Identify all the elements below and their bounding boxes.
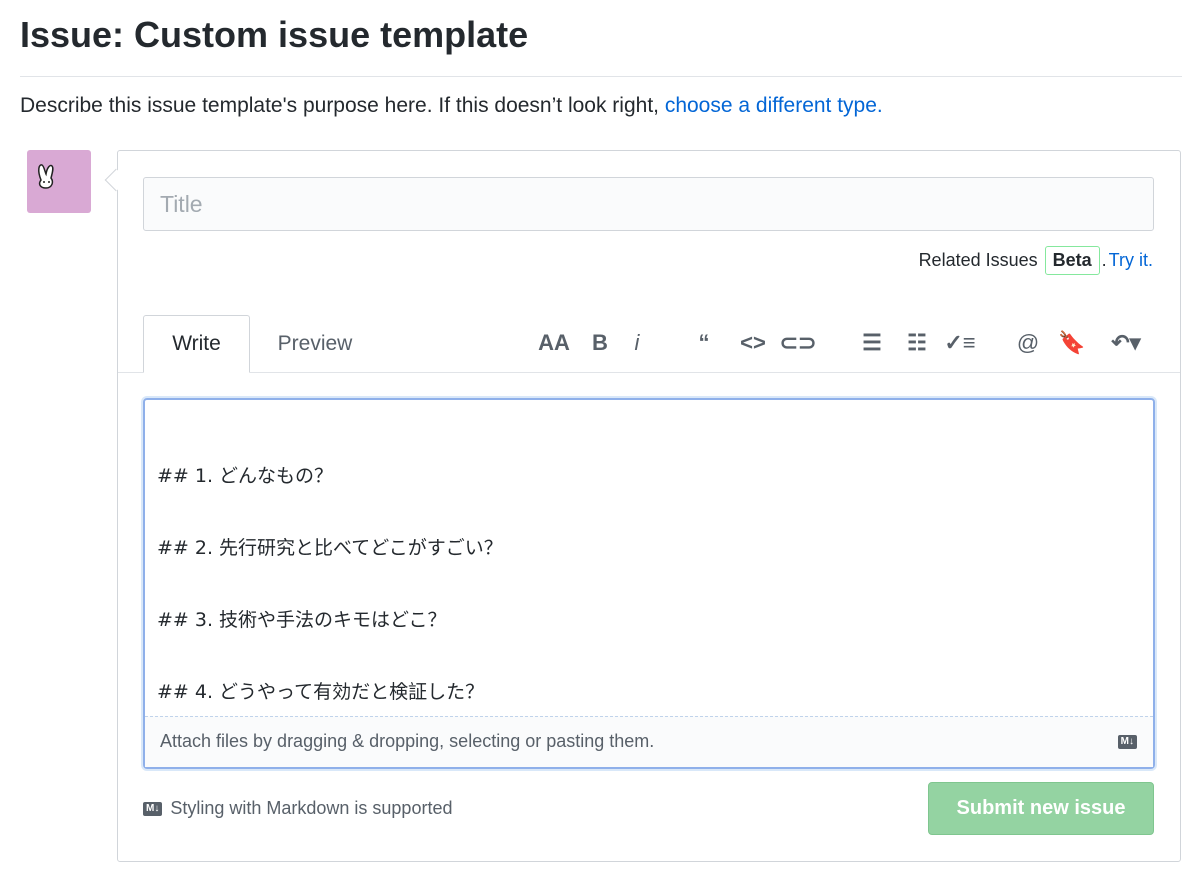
task-list-icon[interactable]: ✓≡ xyxy=(940,328,980,358)
markdown-icon: M↓ xyxy=(143,801,163,816)
divider xyxy=(20,76,1182,77)
tab-write[interactable]: Write xyxy=(143,315,250,373)
tab-preview[interactable]: Preview xyxy=(255,315,375,373)
markdown-hint: M↓ Styling with Markdown is supported xyxy=(143,798,452,819)
related-issues: Related Issues Beta . Try it. xyxy=(919,246,1153,275)
attach-text: Attach files by dragging & dropping, sel… xyxy=(160,731,655,751)
numbered-list-icon[interactable]: ☷ xyxy=(897,328,937,358)
rabbit-icon xyxy=(38,164,54,189)
page-title: Issue: Custom issue template xyxy=(20,14,529,55)
reply-icon[interactable]: ↶▾ xyxy=(1106,328,1146,358)
attach-files-bar[interactable]: Attach files by dragging & dropping, sel… xyxy=(145,716,1153,767)
bulleted-list-icon[interactable]: ☰ xyxy=(852,328,892,358)
try-it-link[interactable]: Try it. xyxy=(1109,250,1153,271)
beta-badge: Beta xyxy=(1044,246,1100,275)
link-icon[interactable]: ⊂⊃ xyxy=(778,328,818,358)
bold-icon[interactable]: B xyxy=(580,328,620,358)
saved-reply-icon[interactable]: 🔖 xyxy=(1052,328,1092,358)
markdown-hint-text[interactable]: Styling with Markdown is supported xyxy=(170,798,452,819)
title-input[interactable] xyxy=(143,177,1154,231)
body-textarea[interactable]: ## 1. どんなもの？ ## 2. 先行研究と比べてどこがすごい？ ## 3.… xyxy=(157,440,503,728)
italic-icon[interactable]: i xyxy=(617,328,657,358)
mention-icon[interactable]: @ xyxy=(1008,328,1048,358)
code-icon[interactable]: <> xyxy=(733,328,773,358)
submit-new-issue-button[interactable]: Submit new issue xyxy=(928,782,1154,835)
comment-body-editor[interactable]: ## 1. どんなもの？ ## 2. 先行研究と比べてどこがすごい？ ## 3.… xyxy=(143,398,1155,769)
text-size-icon[interactable]: AA xyxy=(534,328,574,358)
quote-icon[interactable]: “ xyxy=(684,328,724,358)
period: . xyxy=(1101,250,1107,270)
related-issues-label: Related Issues xyxy=(918,250,1038,270)
choose-type-link[interactable]: choose a different type. xyxy=(665,94,883,117)
avatar[interactable] xyxy=(27,150,91,213)
template-description: Describe this issue template's purpose h… xyxy=(20,94,883,118)
description-text: Describe this issue template's purpose h… xyxy=(20,94,665,117)
markdown-icon: M↓ xyxy=(1117,735,1137,749)
